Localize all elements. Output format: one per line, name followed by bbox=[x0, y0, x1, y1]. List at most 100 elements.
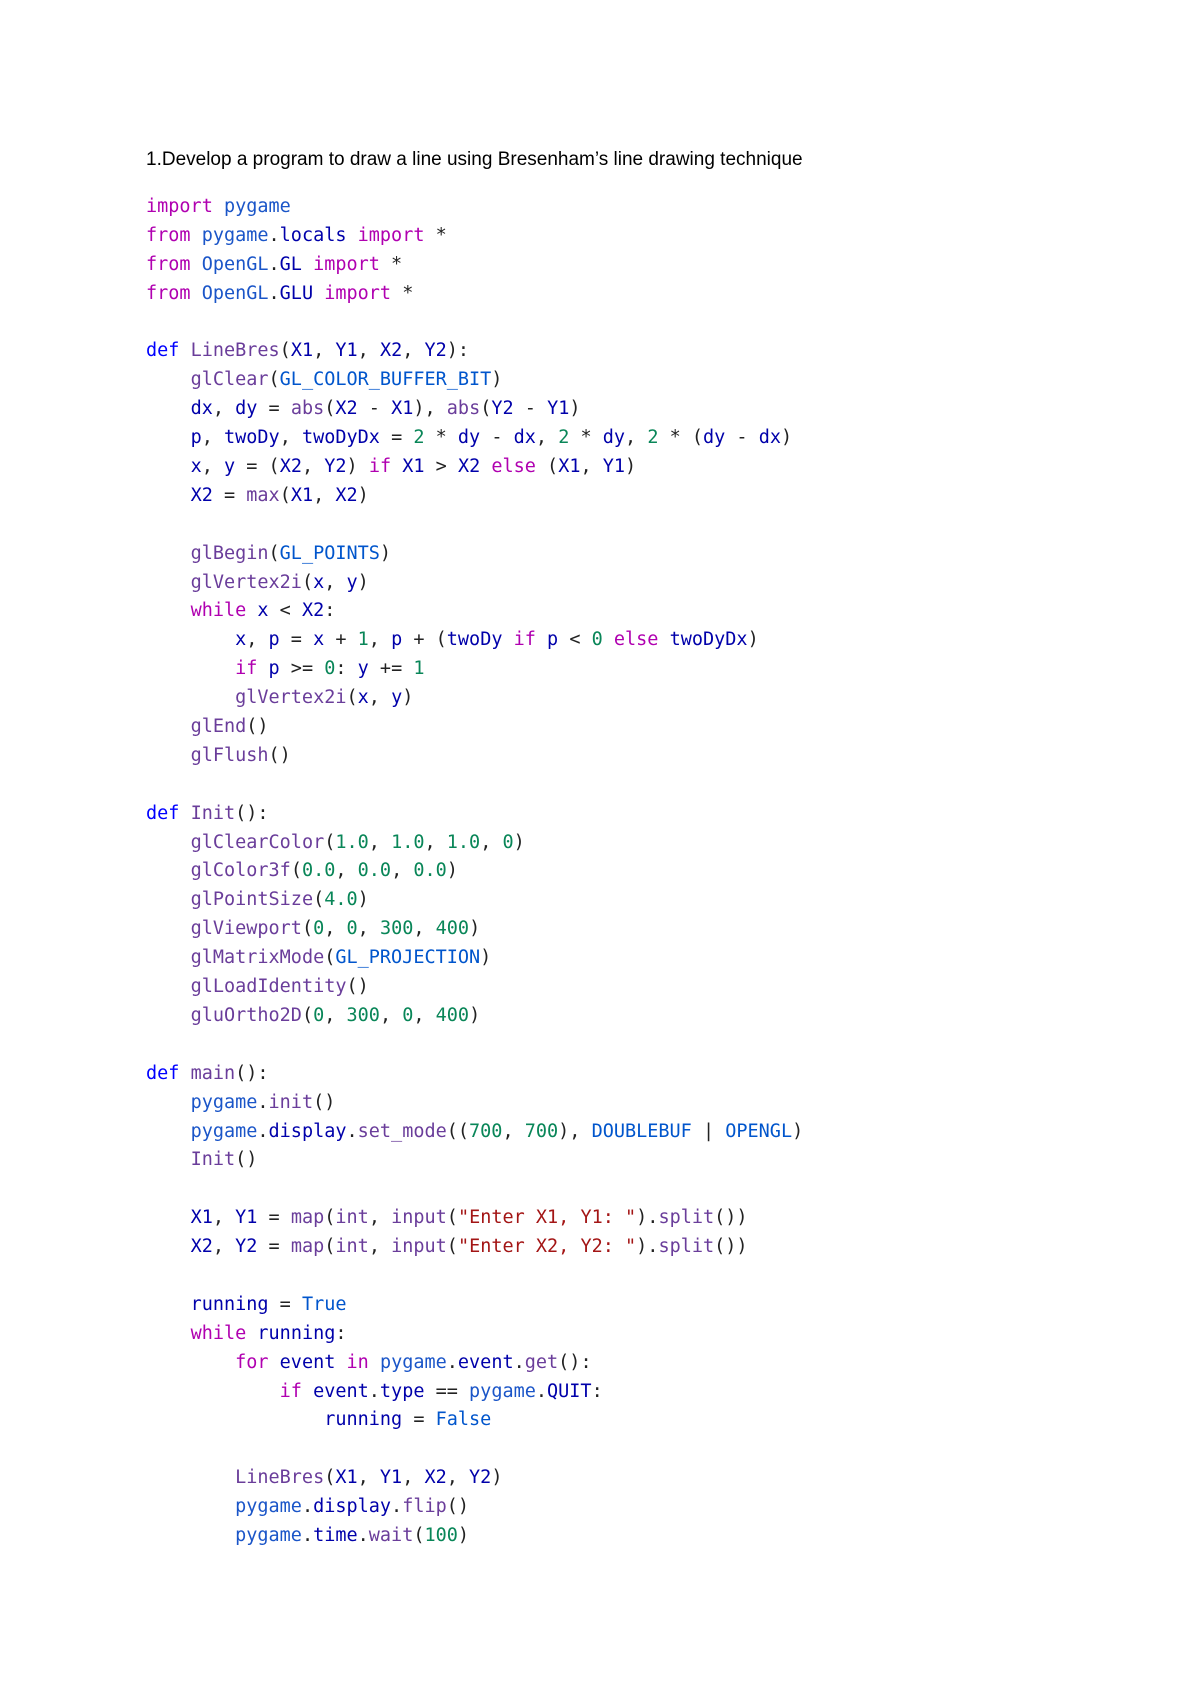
code-token: glColor3f bbox=[190, 860, 291, 882]
code-token: import bbox=[357, 224, 425, 246]
code-token: , bbox=[368, 1236, 392, 1258]
code-token: , bbox=[324, 918, 347, 940]
code-line: p, twoDy, twoDyDx = 2 * dy - dx, 2 * dy,… bbox=[146, 424, 803, 453]
code-token: type bbox=[379, 1380, 425, 1402]
code-token: x bbox=[190, 456, 202, 478]
code-token: from bbox=[146, 282, 191, 304]
code-token: ). bbox=[636, 1207, 659, 1229]
code-token: | bbox=[691, 1120, 726, 1142]
code-token: Y1 bbox=[335, 340, 358, 362]
code-line: import pygame bbox=[146, 193, 803, 222]
code-token: x bbox=[235, 629, 247, 651]
code-token: Init bbox=[190, 1149, 236, 1171]
code-token: map bbox=[290, 1207, 325, 1229]
code-token: dx bbox=[758, 427, 781, 449]
code-line: for event in pygame.event.get(): bbox=[146, 1349, 803, 1378]
code-token: 400 bbox=[435, 1004, 470, 1026]
code-token: , bbox=[335, 860, 358, 882]
code-line: while running: bbox=[146, 1320, 803, 1349]
code-token: X2 bbox=[190, 1236, 213, 1258]
code-token: > bbox=[424, 456, 458, 478]
code-token: , bbox=[535, 427, 559, 449]
code-token: , bbox=[625, 427, 648, 449]
code-token: Y2 bbox=[469, 1467, 492, 1489]
code-line: glFlush() bbox=[146, 742, 803, 771]
code-token: ( bbox=[324, 1467, 336, 1489]
code-token: y bbox=[346, 571, 358, 593]
code-token: < bbox=[268, 600, 302, 622]
code-token: y bbox=[357, 658, 369, 680]
code-token: X2 bbox=[424, 1467, 447, 1489]
code-token: 0.0 bbox=[413, 860, 447, 882]
code-token: pygame bbox=[190, 1120, 258, 1142]
code-token: X2 bbox=[457, 456, 481, 478]
code-token: "Enter X2, Y2: " bbox=[457, 1236, 637, 1258]
code-token: 0 bbox=[402, 1004, 414, 1026]
code-token: y bbox=[391, 687, 403, 709]
code-token: int bbox=[335, 1207, 369, 1229]
code-token: Y2 bbox=[235, 1236, 258, 1258]
code-token: if bbox=[235, 658, 258, 680]
code-token: running bbox=[190, 1293, 269, 1315]
code-token: , bbox=[480, 831, 503, 853]
code-token: X1 bbox=[558, 456, 581, 478]
code-token: * bbox=[569, 427, 603, 449]
code-token: ) bbox=[346, 456, 369, 478]
code-line: pygame.display.set_mode((700, 700), DOUB… bbox=[146, 1118, 804, 1147]
code-token: glViewport bbox=[190, 918, 302, 940]
code-line: def LineBres(X1, Y1, X2, Y2): bbox=[146, 337, 803, 366]
code-line: LineBres(X1, Y1, X2, Y2) bbox=[146, 1464, 803, 1493]
code-token: ( bbox=[279, 484, 291, 506]
code-line: x, y = (X2, Y2) if X1 > X2 else (X1, Y1) bbox=[146, 453, 803, 482]
code-token: , bbox=[201, 456, 224, 478]
code-token: = bbox=[257, 1236, 291, 1258]
code-token: input bbox=[391, 1236, 447, 1258]
code-line: glColor3f(0.0, 0.0, 0.0) bbox=[146, 857, 803, 886]
code-token: , bbox=[357, 1467, 380, 1489]
code-token: ( bbox=[301, 1004, 314, 1026]
code-token: , bbox=[301, 456, 325, 478]
code-token: 0 bbox=[324, 658, 336, 680]
code-line: def Init(): bbox=[146, 800, 803, 829]
code-token: GL_PROJECTION bbox=[335, 947, 481, 969]
code-token: . bbox=[535, 1380, 548, 1402]
code-token: glFlush bbox=[190, 744, 269, 766]
code-token: ) bbox=[491, 1467, 503, 1489]
code-token: , bbox=[212, 1207, 236, 1229]
code-token: X1 bbox=[190, 1207, 213, 1229]
code-token: Y2 bbox=[424, 340, 447, 362]
code-token: ) bbox=[469, 1004, 481, 1026]
code-token: True bbox=[301, 1293, 347, 1315]
code-token: locals bbox=[279, 224, 347, 246]
code-token: , bbox=[502, 1120, 525, 1142]
code-token: + ( bbox=[402, 629, 447, 651]
code-token: 1 bbox=[357, 629, 369, 651]
code-token: else bbox=[613, 629, 659, 651]
code-token: QUIT bbox=[547, 1380, 592, 1402]
code-token: , bbox=[212, 1236, 236, 1258]
code-line: from pygame.locals import * bbox=[146, 222, 803, 251]
code-token: . bbox=[268, 282, 280, 304]
code-token: += bbox=[368, 658, 414, 680]
code-line: X2 = max(X1, X2) bbox=[146, 482, 803, 511]
code-token: , bbox=[313, 484, 336, 506]
